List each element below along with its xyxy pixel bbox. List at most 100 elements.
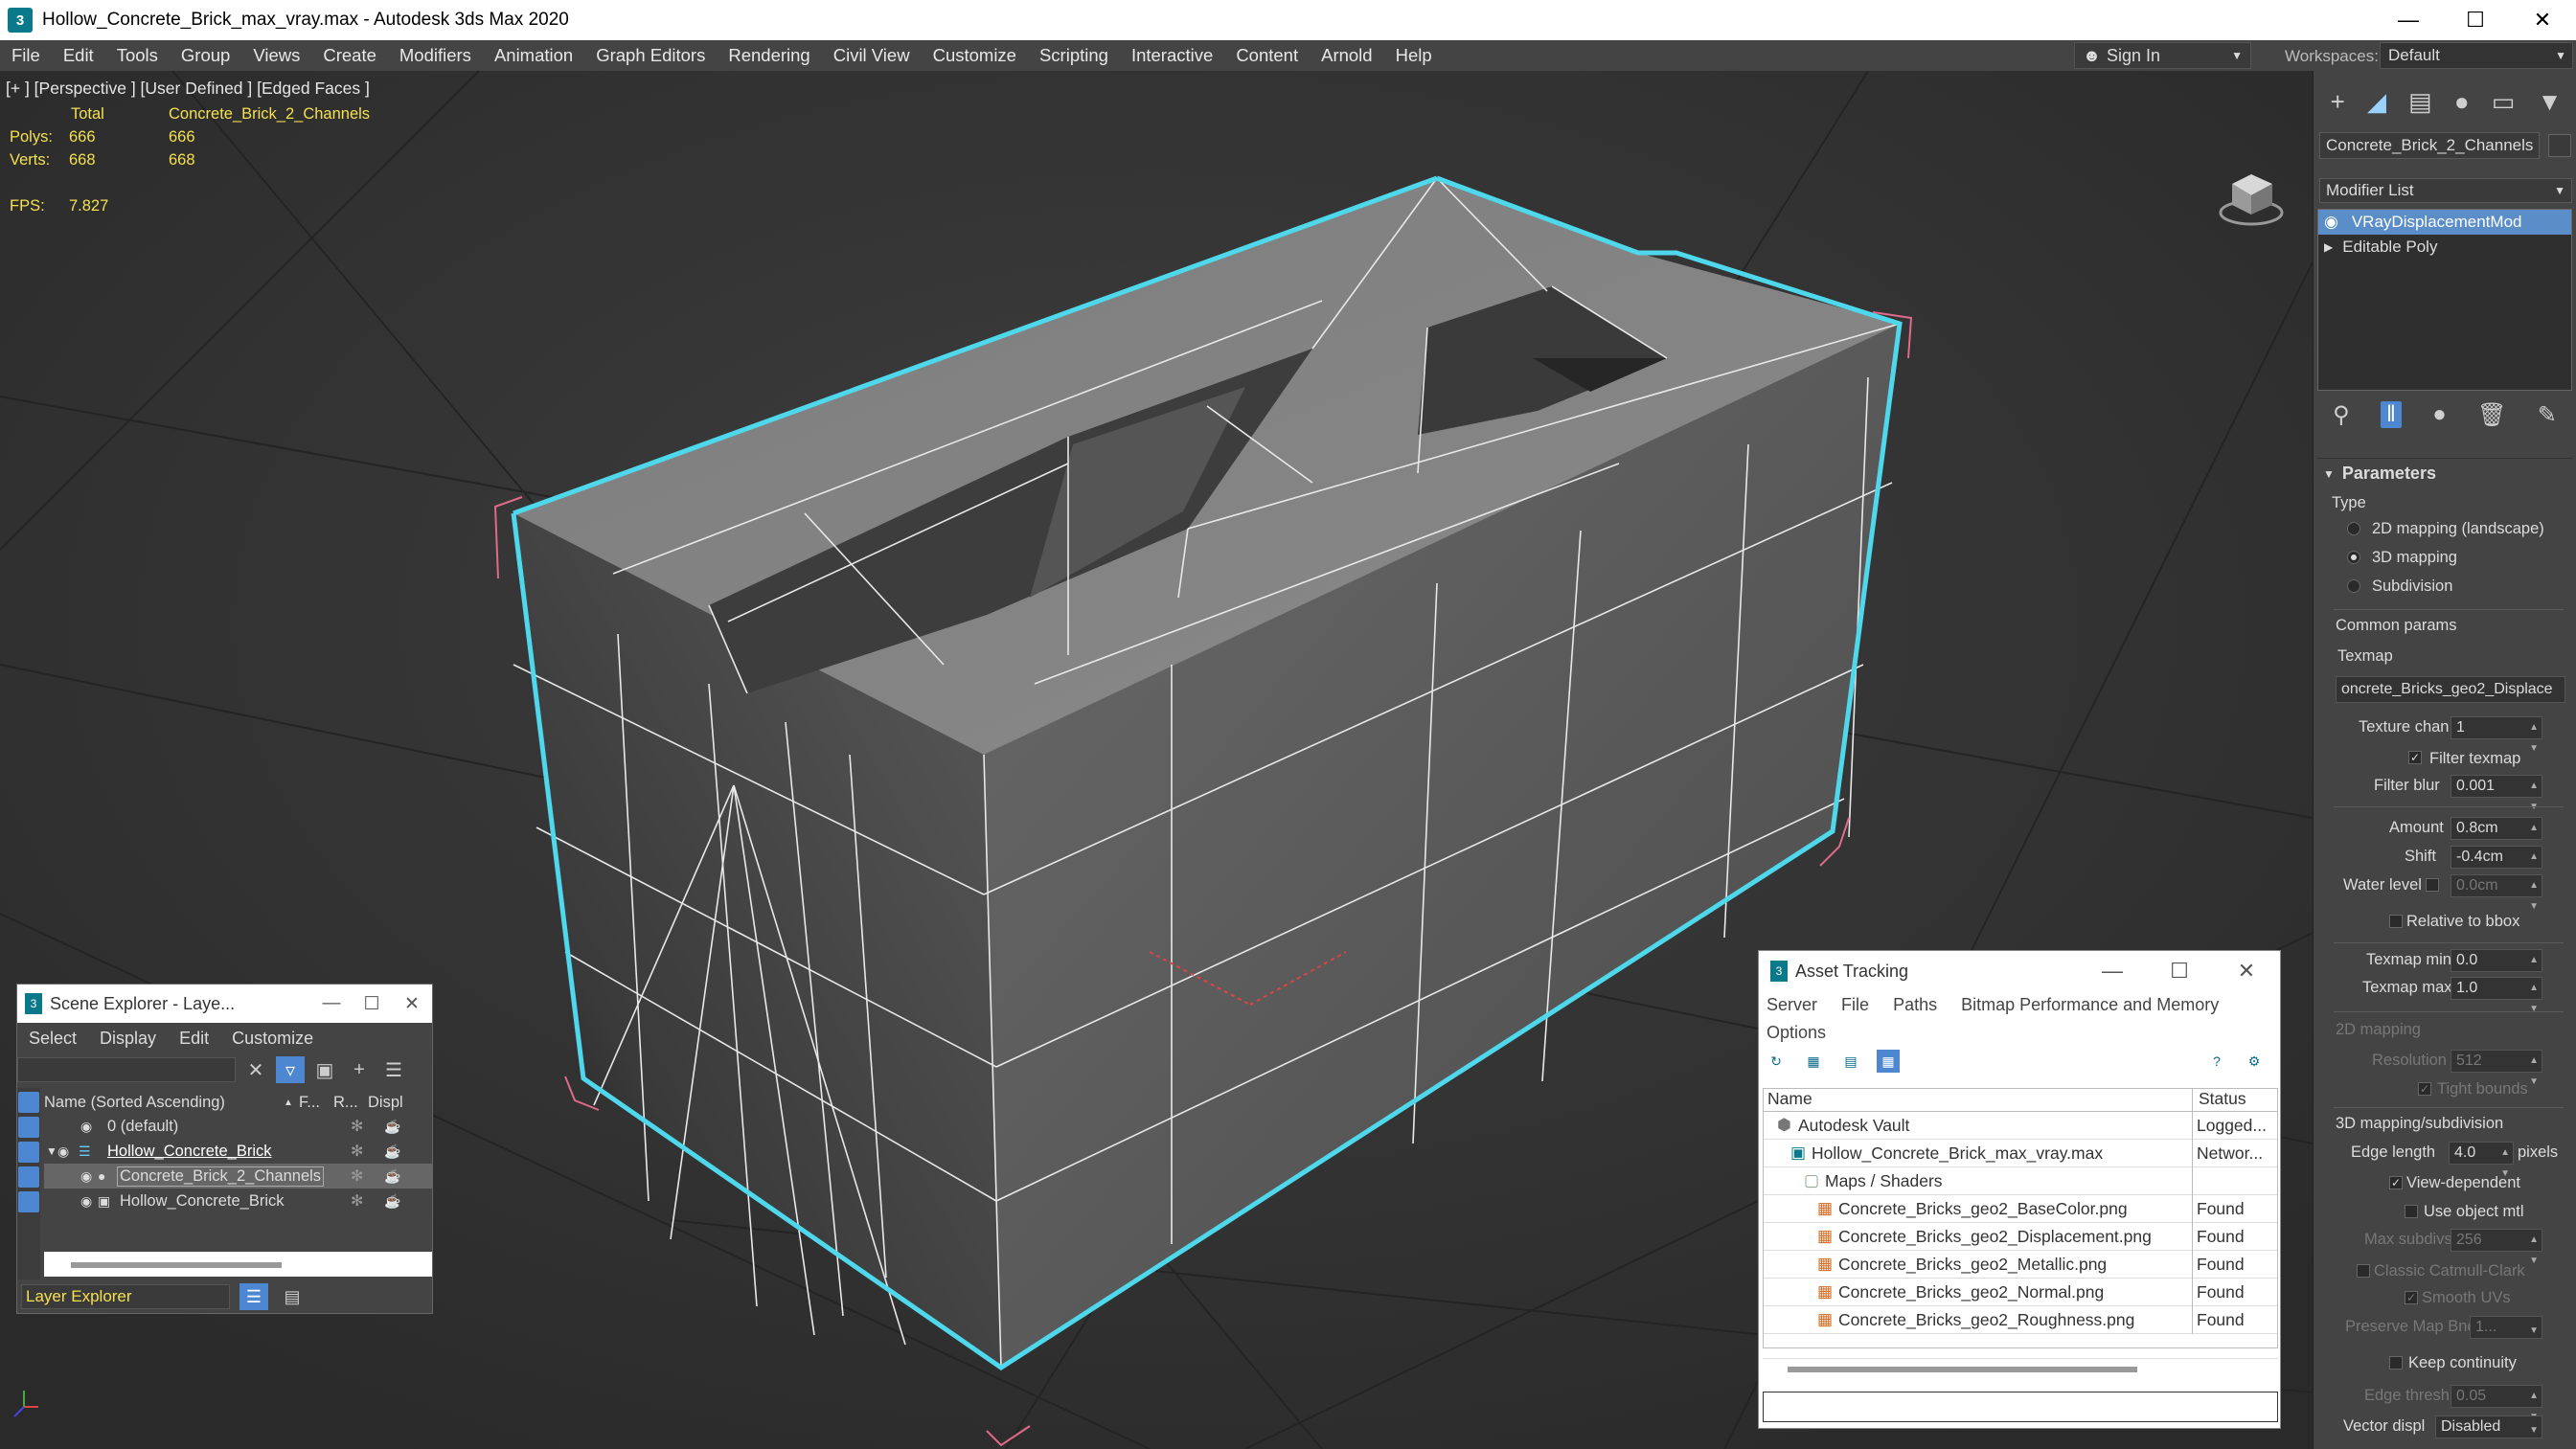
water-level-spinner[interactable]: 0.0cm ▲ ▼ xyxy=(2451,874,2542,912)
cameras-filter-icon[interactable] xyxy=(18,1166,39,1188)
list-view-icon[interactable]: ▦ xyxy=(1802,1050,1825,1073)
edge-thresh-spinner[interactable]: 0.05▲▼ xyxy=(2451,1385,2542,1422)
column-status[interactable]: Status xyxy=(2193,1089,2246,1111)
asset-path-input[interactable] xyxy=(1763,1392,2278,1422)
view-dependent-checkbox[interactable]: ✓ xyxy=(2389,1176,2403,1189)
column-name[interactable]: Name (Sorted Ascending) xyxy=(44,1094,284,1112)
table-view-icon[interactable]: ▤ xyxy=(1839,1050,1862,1073)
use-object-mtl-checkbox[interactable] xyxy=(2405,1205,2418,1218)
clear-search-icon[interactable]: ✕ xyxy=(241,1056,270,1083)
menu-select[interactable]: Select xyxy=(17,1029,88,1049)
menu-options[interactable]: Options xyxy=(1767,1023,1826,1042)
pin-stack-icon[interactable]: ⚲ xyxy=(2333,401,2350,429)
utilities-icon[interactable]: ▼ xyxy=(2538,87,2563,117)
modifier-list-dropdown[interactable]: Modifier List ▼ xyxy=(2319,178,2572,203)
expand-icon[interactable]: ▼ xyxy=(46,1144,57,1158)
menu-create[interactable]: Create xyxy=(311,45,388,66)
resolution-spinner[interactable]: 512 ▲ ▼ xyxy=(2451,1050,2542,1087)
amount-spinner[interactable]: 0.8cm▲▼ xyxy=(2451,817,2542,854)
layer-row[interactable]: ▼ ◉ ☰ Hollow_Concrete_Brick ✻ ☕ xyxy=(44,1139,432,1164)
make-unique-icon[interactable]: ● xyxy=(2432,401,2447,428)
layer-row[interactable]: ◉ 0 (default) ✻ ☕ xyxy=(44,1114,432,1139)
maximize-button[interactable]: ☐ xyxy=(352,993,392,1015)
asset-row[interactable]: ⬢ Autodesk Vault Logged... xyxy=(1764,1111,2277,1140)
menu-rendering[interactable]: Rendering xyxy=(717,45,821,66)
menu-interactive[interactable]: Interactive xyxy=(1120,45,1224,66)
object-name-field[interactable]: Concrete_Brick_2_Channels xyxy=(2319,132,2540,159)
stack-item-vraydisplacementmod[interactable]: ◉ VRayDisplacementMod xyxy=(2318,210,2571,235)
texmap-min-spinner[interactable]: 0.0▲▼ xyxy=(2451,949,2542,986)
menu-graph-editors[interactable]: Graph Editors xyxy=(584,45,717,66)
horizontal-scrollbar[interactable] xyxy=(44,1252,432,1277)
filter-icon[interactable]: ▿ xyxy=(276,1056,305,1083)
lock-icon[interactable]: ▣ xyxy=(310,1056,339,1083)
menu-file[interactable]: File xyxy=(1841,995,1869,1014)
texmap-button[interactable]: oncrete_Bricks_geo2_Displace xyxy=(2336,676,2565,703)
parameters-rollout[interactable]: ▼ Parameters xyxy=(2317,458,2572,488)
menu-arnold[interactable]: Arnold xyxy=(1310,45,1383,66)
menu-help[interactable]: Help xyxy=(1384,45,1444,66)
menu-civil-view[interactable]: Civil View xyxy=(822,45,922,66)
menu-group[interactable]: Group xyxy=(170,45,241,66)
edge-length-spinner[interactable]: 4.0 ▲ ▼ xyxy=(2449,1142,2514,1179)
texmap-max-spinner[interactable]: 1.0 ▲ ▼ xyxy=(2451,977,2542,1014)
hierarchy-explorer-icon[interactable]: ▤ xyxy=(278,1283,307,1310)
tight-bounds-checkbox[interactable]: ✓ xyxy=(2418,1082,2431,1096)
eye-icon[interactable]: ◉ xyxy=(2324,213,2338,232)
minimize-button[interactable]: — xyxy=(2079,959,2146,984)
relative-bbox-checkbox[interactable] xyxy=(2389,915,2403,928)
close-button[interactable]: ✕ xyxy=(392,993,432,1015)
motion-icon[interactable]: ● xyxy=(2454,87,2470,117)
help-icon[interactable]: ? xyxy=(2205,1050,2228,1073)
menu-views[interactable]: Views xyxy=(241,45,311,66)
asset-row[interactable]: ▦ Concrete_Bricks_geo2_BaseColor.png Found xyxy=(1764,1194,2277,1223)
spinner-arrows-icon[interactable]: ▲▼ xyxy=(2529,1051,2539,1093)
asset-row[interactable]: ▦ Concrete_Bricks_geo2_Displacement.png Fo… xyxy=(1764,1222,2277,1251)
explorer-type-dropdown[interactable]: Layer Explorer xyxy=(21,1284,230,1309)
layer-explorer-icon[interactable]: ☰ xyxy=(239,1283,268,1310)
horizontal-scrollbar[interactable] xyxy=(1763,1358,2278,1379)
water-level-checkbox[interactable] xyxy=(2426,878,2439,892)
viewport-label[interactable]: [+ ] [Perspective ] [User Defined ] [Edg… xyxy=(6,79,370,99)
menu-customize[interactable]: Customize xyxy=(220,1029,325,1049)
menu-paths[interactable]: Paths xyxy=(1893,995,1937,1014)
maximize-button[interactable]: ☐ xyxy=(2442,0,2509,40)
freeze-icon[interactable]: ✻ xyxy=(351,1191,363,1211)
create-icon[interactable]: + xyxy=(2331,87,2345,117)
radio-3d-mapping[interactable] xyxy=(2347,551,2360,564)
menu-modifiers[interactable]: Modifiers xyxy=(388,45,483,66)
geometry-filter-icon[interactable] xyxy=(18,1092,39,1113)
tree-view-icon[interactable]: ▦ xyxy=(1877,1050,1900,1073)
menu-file[interactable]: File xyxy=(0,45,52,66)
texture-chan-spinner[interactable]: 1 ▲ ▼ xyxy=(2451,716,2542,754)
new-layer-icon[interactable]: + xyxy=(345,1056,374,1083)
column-frozen[interactable]: F... xyxy=(299,1094,333,1112)
freeze-icon[interactable]: ✻ xyxy=(351,1166,363,1186)
spinner-arrows-icon[interactable]: ▲▼ xyxy=(2529,1230,2539,1272)
display-icon[interactable]: ▭ xyxy=(2492,87,2516,117)
preserve-map-dropdown[interactable]: 1... ▼ xyxy=(2470,1316,2542,1339)
spinner-arrows-icon[interactable]: ▲▼ xyxy=(2529,717,2539,759)
menu-content[interactable]: Content xyxy=(1224,45,1310,66)
asset-row[interactable]: ▦ Concrete_Bricks_geo2_Normal.png Found xyxy=(1764,1278,2277,1306)
menu-display[interactable]: Display xyxy=(88,1029,168,1049)
show-end-result-icon[interactable]: ‖ xyxy=(2381,401,2402,428)
lights-filter-icon[interactable] xyxy=(18,1142,39,1163)
column-name[interactable]: Name xyxy=(1764,1089,2193,1111)
asset-row[interactable]: ▣ Hollow_Concrete_Brick_max_vray.max Netwo… xyxy=(1764,1139,2277,1167)
radio-2d-mapping[interactable] xyxy=(2347,522,2360,535)
maximize-button[interactable]: ☐ xyxy=(2146,959,2213,984)
asset-tracking-titlebar[interactable]: 3 Asset Tracking — ☐ ✕ xyxy=(1759,951,2280,991)
menu-edit[interactable]: Edit xyxy=(168,1029,220,1049)
render-icon[interactable]: ☕ xyxy=(384,1119,400,1135)
eye-icon[interactable]: ◉ xyxy=(80,1193,92,1210)
asset-row[interactable]: ▦ Concrete_Bricks_geo2_Metallic.png Found xyxy=(1764,1250,2277,1279)
sign-in-dropdown[interactable]: ☻ Sign In ▼ xyxy=(2074,42,2251,69)
column-render[interactable]: R... xyxy=(333,1094,368,1112)
refresh-icon[interactable]: ↻ xyxy=(1765,1050,1788,1073)
stack-item-editable-poly[interactable]: ▶ Editable Poly xyxy=(2318,235,2571,260)
shapes-filter-icon[interactable] xyxy=(18,1117,39,1138)
settings-icon[interactable]: ⚙ xyxy=(2243,1050,2266,1073)
configure-modifier-sets-icon[interactable]: ✎ xyxy=(2538,401,2557,429)
freeze-icon[interactable]: ✻ xyxy=(351,1142,363,1161)
